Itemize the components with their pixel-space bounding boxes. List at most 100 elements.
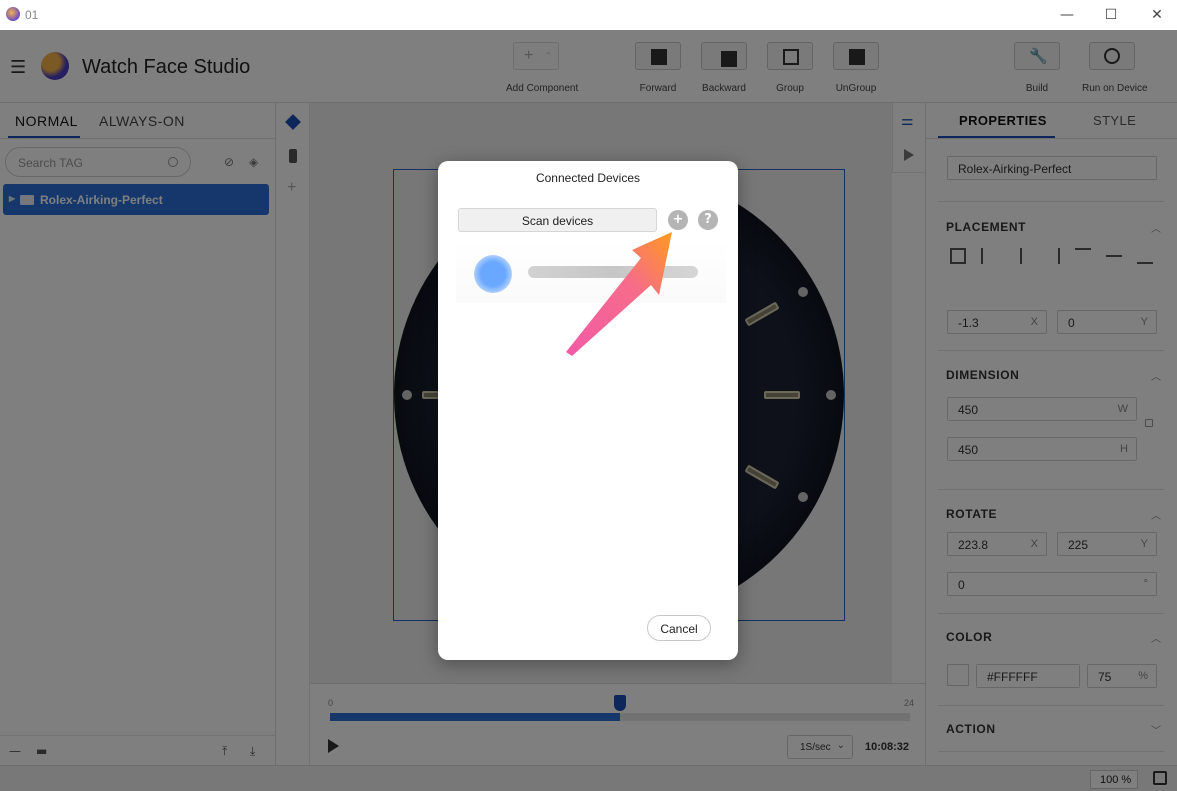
- w-label: W: [1117, 403, 1128, 415]
- fit-screen-icon[interactable]: [1153, 771, 1167, 785]
- rotate-y-field[interactable]: 225 Y: [1057, 532, 1157, 556]
- window-title: 01: [25, 8, 39, 22]
- color-hex-value: #FFFFFF: [987, 670, 1038, 684]
- component-name-field[interactable]: Rolex-Airking-Perfect: [947, 156, 1157, 180]
- timeline-track[interactable]: [330, 695, 910, 721]
- backward-button[interactable]: Backward: [694, 42, 754, 94]
- rotate-y-value: 225: [1068, 538, 1089, 552]
- maximize-button[interactable]: ☐: [1100, 5, 1122, 25]
- placement-title: PLACEMENT: [946, 220, 1027, 234]
- placement-y-field[interactable]: 0Y: [1057, 310, 1157, 334]
- rotate-angle-value: 0: [958, 578, 965, 592]
- lock-icon[interactable]: [1145, 419, 1153, 427]
- width-field[interactable]: 450 W: [947, 397, 1137, 421]
- expand-icon[interactable]: ▶: [9, 194, 15, 203]
- chevron-down-icon: ⌃: [545, 51, 552, 60]
- layers-panel: NORMAL ALWAYS-ON Search TAG ⊘ ◈ ▶ Rolex-…: [0, 103, 276, 765]
- color-swatch[interactable]: [947, 664, 969, 686]
- tick-label: 0: [328, 698, 334, 708]
- align-center-icon[interactable]: [950, 248, 966, 264]
- tab-properties[interactable]: PROPERTIES: [959, 113, 1047, 128]
- help-button[interactable]: ?: [698, 210, 718, 230]
- x-label: X: [1030, 538, 1038, 550]
- divider: [938, 489, 1164, 490]
- timeline-progress: [330, 713, 620, 721]
- color-hex-field[interactable]: #FFFFFF: [976, 664, 1080, 688]
- align-hcenter-icon[interactable]: [1020, 248, 1036, 264]
- layers-footer: — ▬ ⤒ ⤓: [0, 735, 276, 765]
- add-component-button[interactable]: + ⌃ Add Component: [506, 42, 579, 94]
- layer-item[interactable]: ▶ Rolex-Airking-Perfect: [3, 184, 269, 215]
- opacity-field[interactable]: 75%: [1087, 664, 1157, 688]
- scan-devices-button[interactable]: Scan devices: [458, 208, 657, 232]
- rotate-angle-field[interactable]: 0 °: [947, 572, 1157, 596]
- speed-select[interactable]: 1S/sec ⌄: [787, 735, 853, 759]
- speed-value: 1S/sec: [800, 742, 831, 753]
- remove-icon[interactable]: —: [9, 744, 21, 758]
- properties-panel: PROPERTIES STYLE Rolex-Airking-Perfect P…: [925, 103, 1177, 765]
- hide-icon[interactable]: ⊘: [224, 155, 234, 169]
- zoom-field[interactable]: 100 %: [1090, 770, 1138, 789]
- forward-icon: [651, 49, 667, 65]
- build-button[interactable]: 🔧 Build: [1007, 42, 1067, 94]
- y-label: Y: [1140, 316, 1148, 328]
- app-name: Watch Face Studio: [82, 56, 251, 78]
- sliders-icon[interactable]: ⚌: [901, 112, 914, 129]
- layers-icon[interactable]: [285, 114, 301, 130]
- chevron-up-icon[interactable]: ︿: [1151, 220, 1161, 235]
- width-value: 450: [958, 403, 979, 417]
- device-item[interactable]: [456, 241, 726, 303]
- folder-icon[interactable]: ▬: [36, 744, 47, 758]
- play-icon[interactable]: [328, 739, 339, 753]
- wrench-icon: 🔧: [1029, 47, 1048, 65]
- add-icon[interactable]: +: [287, 179, 296, 197]
- backward-label: Backward: [702, 83, 746, 94]
- timeline-thumb[interactable]: [614, 695, 626, 711]
- chevron-up-icon[interactable]: ︿: [1151, 507, 1161, 522]
- chevron-up-icon[interactable]: ︿: [1151, 368, 1161, 383]
- search-tag-input[interactable]: Search TAG: [5, 147, 191, 177]
- placement-x-field[interactable]: -1.3 X: [947, 310, 1047, 334]
- h-label: H: [1120, 443, 1128, 455]
- run-on-device-button[interactable]: Run on Device: [1082, 42, 1148, 94]
- brush-icon[interactable]: [289, 149, 297, 163]
- close-button[interactable]: ✕: [1146, 5, 1168, 25]
- align-right-icon[interactable]: [1044, 248, 1060, 264]
- tick-label: 24: [904, 698, 915, 708]
- run-on-device-label: Run on Device: [1082, 83, 1148, 94]
- tab-normal[interactable]: NORMAL: [15, 113, 78, 129]
- opacity-value: 75: [1098, 670, 1112, 684]
- group-button[interactable]: Group: [760, 42, 820, 94]
- align-left-icon[interactable]: [981, 248, 997, 264]
- tab-style[interactable]: STYLE: [1093, 113, 1136, 128]
- move-top-icon[interactable]: ⤒: [222, 744, 227, 759]
- forward-button[interactable]: Forward: [628, 42, 688, 94]
- divider: [938, 751, 1164, 752]
- add-device-button[interactable]: +: [668, 210, 688, 230]
- rotate-x-field[interactable]: 223.8 X: [947, 532, 1047, 556]
- play-preview-icon[interactable]: [904, 149, 914, 161]
- height-field[interactable]: 450 H: [947, 437, 1137, 461]
- align-bottom-icon[interactable]: [1137, 248, 1153, 264]
- chevron-up-icon[interactable]: ︿: [1151, 630, 1161, 645]
- move-bottom-icon[interactable]: ⤓: [250, 744, 255, 759]
- menu-icon[interactable]: ☰: [10, 57, 26, 78]
- forward-label: Forward: [639, 83, 677, 94]
- divider: [938, 350, 1164, 351]
- chevron-down-icon[interactable]: ﹀: [1151, 722, 1161, 737]
- window-titlebar: 01 — ☐ ✕: [0, 0, 1177, 30]
- rotate-title: ROTATE: [946, 507, 998, 521]
- backward-icon: [721, 51, 737, 67]
- align-top-icon[interactable]: [1075, 248, 1091, 264]
- fill-icon[interactable]: ◈: [249, 155, 258, 169]
- ungroup-button[interactable]: UnGroup: [826, 42, 886, 94]
- tab-always-on[interactable]: ALWAYS-ON: [99, 113, 185, 129]
- add-component-label: Add Component: [506, 83, 579, 94]
- build-label: Build: [1025, 83, 1049, 94]
- cancel-button[interactable]: Cancel: [647, 615, 711, 641]
- minimize-button[interactable]: —: [1056, 5, 1078, 25]
- plus-icon: +: [524, 47, 534, 64]
- top-toolbar: ☰ Watch Face Studio + ⌃ Add Component For…: [0, 30, 1177, 103]
- align-vcenter-icon[interactable]: [1106, 255, 1122, 271]
- y-label: Y: [1140, 538, 1148, 550]
